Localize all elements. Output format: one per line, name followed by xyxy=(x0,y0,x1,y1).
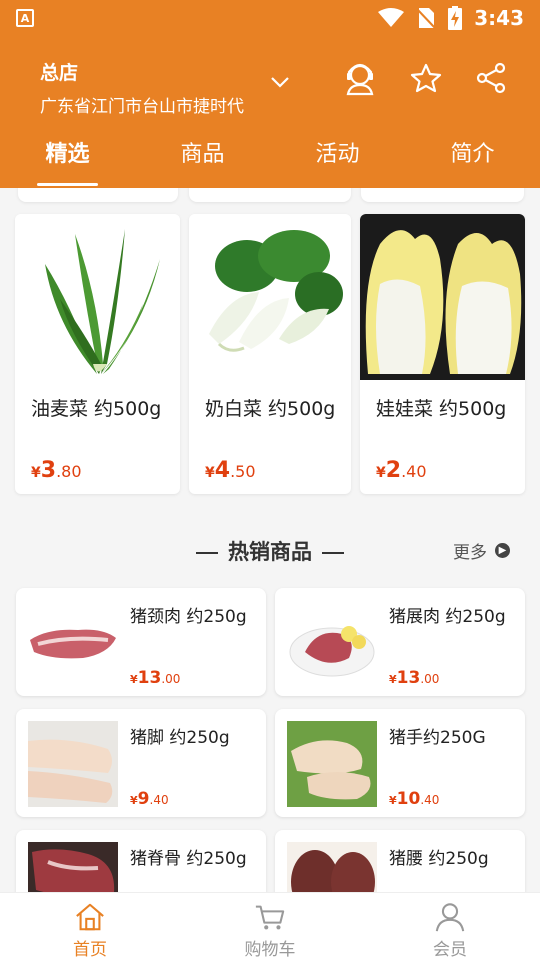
cart-icon xyxy=(255,905,285,930)
tab-featured[interactable]: 精选 xyxy=(0,132,135,188)
customer-service-icon[interactable] xyxy=(344,62,376,96)
lettuce-image xyxy=(15,214,180,380)
tab-activities[interactable]: 活动 xyxy=(270,132,405,188)
product-price: ¥3.80 xyxy=(31,458,82,483)
product-card[interactable]: 油麦菜 约500g ¥3.80 xyxy=(15,214,180,494)
product-price: ¥2.40 xyxy=(376,458,427,483)
product-card[interactable]: 奶白菜 约500g ¥4.50 xyxy=(189,214,351,494)
product-name: 猪腰 约250g xyxy=(389,849,489,869)
battery-charging-icon xyxy=(448,6,463,30)
chevron-right-icon: ▶ xyxy=(495,543,510,558)
clipped-card[interactable] xyxy=(18,188,178,202)
product-price: ¥13.00 xyxy=(389,668,440,688)
user-icon xyxy=(435,903,465,932)
bok-choy-image xyxy=(189,214,351,380)
product-price: ¥9.40 xyxy=(130,789,169,809)
product-name: 猪展肉 约250g xyxy=(389,607,506,627)
nav-member[interactable]: 会员 xyxy=(360,893,540,960)
status-time: 3:43 xyxy=(474,6,524,30)
tab-intro[interactable]: 简介 xyxy=(405,132,540,188)
share-icon[interactable] xyxy=(476,62,506,94)
product-price: ¥13.00 xyxy=(130,668,181,688)
clipped-card[interactable] xyxy=(361,188,524,202)
tab-bar: 精选 商品 活动 简介 xyxy=(0,132,540,188)
main-content[interactable]: 油麦菜 约500g ¥3.80 奶白菜 约500g ¥4.50 娃娃菜 约500… xyxy=(0,188,540,892)
product-card[interactable]: 猪脊骨 约250g xyxy=(16,830,266,892)
nav-cart-label: 购物车 xyxy=(244,940,296,960)
product-name: 猪脊骨 约250g xyxy=(130,849,247,869)
store-name[interactable]: 总店 xyxy=(40,58,78,85)
chevron-down-icon[interactable] xyxy=(270,76,290,88)
napa-cabbage-image xyxy=(360,214,525,380)
tab-products[interactable]: 商品 xyxy=(135,132,270,188)
pork-kidney-image xyxy=(287,842,377,892)
header: 总店 广东省江门市台山市捷时代 精选 商品 活动 简介 xyxy=(0,36,540,188)
pig-trotter-image xyxy=(287,721,377,807)
nav-home-label: 首页 xyxy=(73,940,107,960)
product-card[interactable]: 猪手约250G ¥10.40 xyxy=(275,709,525,817)
store-address[interactable]: 广东省江门市台山市捷时代 xyxy=(40,92,244,117)
product-name: 奶白菜 约500g xyxy=(205,398,336,420)
clipped-card[interactable] xyxy=(189,188,351,202)
pork-spine-image xyxy=(28,842,118,892)
nav-cart[interactable]: 购物车 xyxy=(180,893,360,960)
product-name: 猪脚 约250g xyxy=(130,728,230,748)
wifi-icon xyxy=(378,8,405,27)
product-name: 油麦菜 约500g xyxy=(31,398,162,420)
product-card[interactable]: 猪展肉 约250g ¥13.00 xyxy=(275,588,525,696)
pork-shank-image xyxy=(287,600,377,686)
product-name: 猪手约250G xyxy=(389,728,486,748)
nav-member-label: 会员 xyxy=(433,940,467,960)
more-link[interactable]: 更多 ▶ xyxy=(453,538,510,563)
bottom-nav: 首页 购物车 会员 xyxy=(0,892,540,960)
nav-home[interactable]: 首页 xyxy=(0,893,180,960)
product-name: 猪颈肉 约250g xyxy=(130,607,247,627)
product-price: ¥10.40 xyxy=(389,789,440,809)
product-card[interactable]: 娃娃菜 约500g ¥2.40 xyxy=(360,214,525,494)
star-icon[interactable] xyxy=(410,62,442,94)
product-card[interactable]: 猪腰 约250g xyxy=(275,830,525,892)
no-sim-icon xyxy=(416,8,436,29)
home-icon xyxy=(76,903,104,931)
product-price: ¥4.50 xyxy=(205,458,256,483)
product-name: 娃娃菜 约500g xyxy=(376,398,507,420)
pork-neck-image xyxy=(28,600,118,686)
product-card[interactable]: 猪颈肉 约250g ¥13.00 xyxy=(16,588,266,696)
status-bar: A 3:43 xyxy=(0,0,540,36)
pig-feet-image xyxy=(28,721,118,807)
app-notification-icon: A xyxy=(16,9,34,27)
product-card[interactable]: 猪脚 约250g ¥9.40 xyxy=(16,709,266,817)
